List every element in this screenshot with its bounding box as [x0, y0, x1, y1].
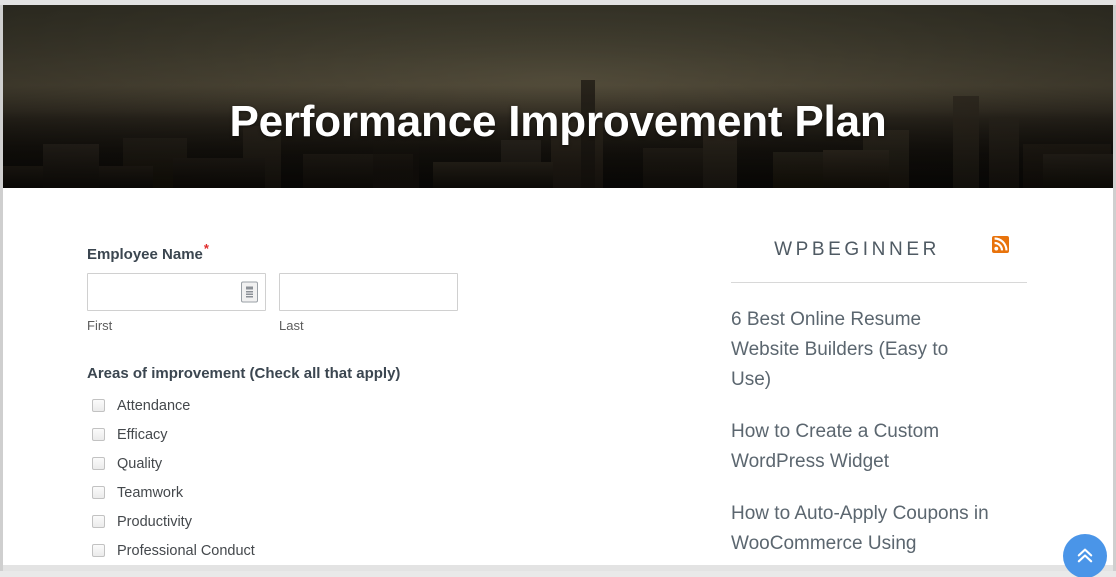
rss-feed-icon[interactable] — [992, 236, 1009, 253]
last-name-cell: Last — [279, 273, 459, 334]
page-content: Employee Name* First Last Areas of impro… — [3, 188, 1113, 571]
checkbox-label: Productivity — [117, 513, 192, 530]
areas-of-improvement-label: Areas of improvement (Check all that app… — [87, 365, 401, 382]
autofill-contact-icon[interactable] — [241, 281, 258, 303]
name-inputs-row: First Last — [87, 273, 507, 334]
checkbox-label: Professional Conduct — [117, 542, 255, 559]
first-name-cell: First — [87, 273, 266, 334]
checkbox-label: Efficacy — [117, 426, 168, 443]
sidebar-link[interactable]: How to Auto-Apply Coupons in WooCommerce… — [731, 499, 989, 559]
checkbox-input[interactable] — [92, 544, 105, 557]
checkbox-input[interactable] — [92, 399, 105, 412]
areas-of-improvement-list: Attendance Efficacy Quality Teamwork Pro… — [87, 391, 507, 571]
checkbox-input[interactable] — [92, 428, 105, 441]
performance-form: Employee Name* First Last Areas of impro… — [87, 240, 507, 571]
checkbox-input[interactable] — [92, 486, 105, 499]
page-header-banner: Performance Improvement Plan — [3, 5, 1113, 188]
first-name-input[interactable] — [88, 274, 256, 310]
checkbox-row[interactable]: Quality — [87, 449, 507, 478]
checkbox-row[interactable]: Teamwork — [87, 478, 507, 507]
double-chevron-up-icon — [1077, 548, 1093, 563]
sidebar-link[interactable]: 6 Best Online Resume Website Builders (E… — [731, 305, 989, 395]
list-item: 6 Best Online Resume Website Builders (E… — [731, 305, 1027, 395]
last-name-input[interactable] — [280, 274, 459, 310]
list-item: How to Auto-Apply Coupons in WooCommerce… — [731, 499, 1027, 559]
page-screenshot: Performance Improvement Plan Employee Na… — [0, 0, 1116, 577]
checkbox-label: Quality — [117, 455, 163, 472]
checkbox-input[interactable] — [92, 515, 105, 528]
page-title: Performance Improvement Plan — [229, 97, 887, 147]
widget-link-list: 6 Best Online Resume Website Builders (E… — [731, 305, 1027, 559]
first-name-sub-label: First — [87, 318, 113, 333]
checkbox-label: Attendance — [117, 397, 191, 414]
last-name-sub-label: Last — [279, 318, 304, 333]
last-name-input-wrapper[interactable] — [279, 273, 459, 311]
employee-name-field-group: Employee Name* First Last — [87, 240, 507, 334]
checkbox-label: Teamwork — [117, 484, 184, 501]
employee-name-label-text: Employee Name — [87, 246, 203, 263]
scroll-to-top-button[interactable] — [1063, 534, 1107, 577]
list-item: How to Create a Custom WordPress Widget — [731, 417, 1027, 477]
sidebar-widget: WPBEGINNER 6 Best Online Resume Website … — [731, 236, 1027, 559]
checkbox-row[interactable]: Efficacy — [87, 420, 507, 449]
widget-title: WPBEGINNER — [774, 239, 940, 260]
first-name-input-wrapper[interactable] — [87, 273, 266, 311]
widget-header: WPBEGINNER — [731, 236, 1027, 283]
required-asterisk: * — [203, 241, 209, 256]
checkbox-row[interactable]: Productivity — [87, 507, 507, 536]
page-frame: Performance Improvement Plan Employee Na… — [0, 5, 1116, 571]
employee-name-label: Employee Name* — [87, 240, 507, 264]
sidebar-link[interactable]: How to Create a Custom WordPress Widget — [731, 417, 989, 477]
checkbox-row[interactable]: Professional Conduct — [87, 536, 507, 565]
checkbox-row[interactable]: Attendance — [87, 391, 507, 420]
checkbox-input[interactable] — [92, 457, 105, 470]
page-bottom-strip — [3, 565, 1113, 571]
